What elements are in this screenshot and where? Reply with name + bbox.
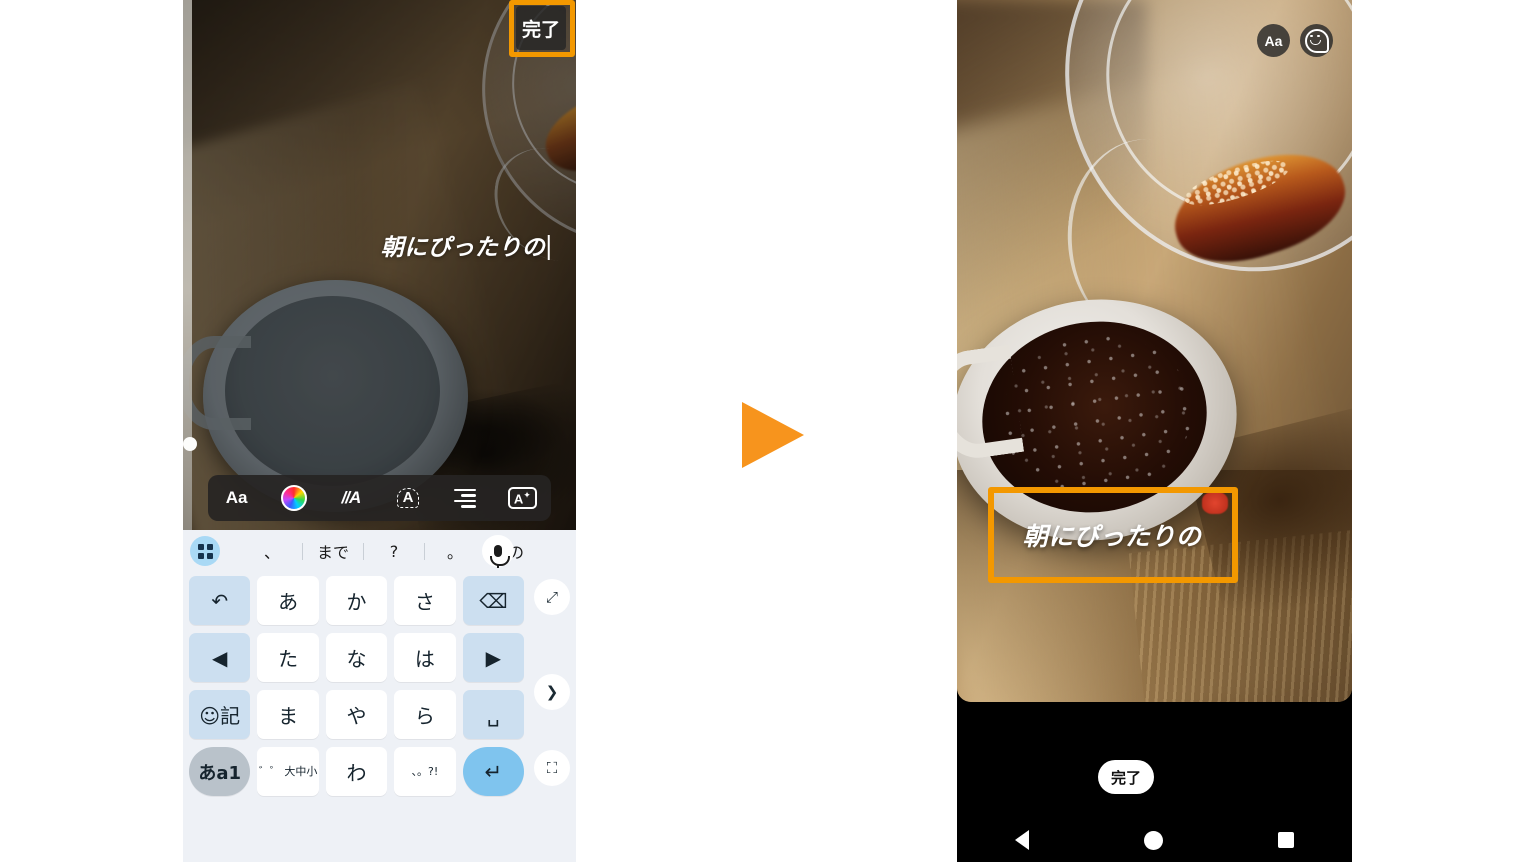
left-phone-screen: 朝にぴったりの Aa //A A A✦ 、 まで ? 。 の ↶ あ か さ ⌫…: [183, 0, 576, 862]
font-style-button[interactable]: Aa: [217, 480, 257, 516]
japanese-keyboard: 、 まで ? 。 の ↶ あ か さ ⌫ ⤢ ◀ た な は ▶ ☺記 ま や …: [183, 530, 576, 862]
key-ya-row[interactable]: や: [325, 690, 388, 739]
recents-square-icon[interactable]: [1278, 832, 1295, 848]
keyboard-row: ☺記 ま や ら ␣ ❯: [183, 674, 576, 743]
grid-icon[interactable]: [190, 536, 220, 566]
suggestion-item[interactable]: 。: [425, 539, 485, 563]
suggestion-item[interactable]: まで: [303, 539, 363, 563]
floating-keyboard-button[interactable]: ⛶: [534, 750, 570, 786]
key-na-row[interactable]: な: [325, 633, 388, 682]
done-button-bottom[interactable]: 完了: [1098, 760, 1154, 794]
suggestion-item[interactable]: ?: [364, 542, 424, 561]
highlight-box-done-button: [509, 0, 575, 57]
key-ka-row[interactable]: か: [325, 576, 388, 625]
photo-edge-dot: [183, 437, 197, 451]
key-ra-row[interactable]: ら: [394, 690, 456, 739]
emoji-symbol-key[interactable]: ☺記: [189, 690, 251, 739]
photo-canvas-editing[interactable]: [183, 0, 576, 530]
cursor-left-key[interactable]: ◀: [189, 633, 251, 682]
highlight-box-caption: [988, 487, 1238, 583]
text-color-button[interactable]: [274, 480, 314, 516]
play-triangle-right-icon: [742, 402, 804, 468]
sticker-tool-button[interactable]: [1300, 24, 1333, 57]
punctuation-key[interactable]: 、。?!: [394, 747, 456, 796]
sticker-smiley-icon: [1304, 28, 1329, 53]
input-mode-key[interactable]: あa1: [189, 747, 251, 796]
glow-a-icon: A: [396, 488, 420, 508]
dakuten-key[interactable]: ゛゜ 大中小: [257, 747, 319, 796]
enter-key[interactable]: ↵: [462, 747, 525, 796]
animated-a-label: A: [513, 491, 524, 507]
text-effect-button[interactable]: //A: [331, 480, 371, 516]
suggestion-list: 、 まで ? 。 の: [220, 539, 576, 563]
caption-text-editing[interactable]: 朝にぴったりの: [381, 228, 550, 262]
right-phone-screen: Aa 完了: [957, 0, 1352, 862]
suggestion-item[interactable]: 、: [242, 539, 302, 563]
text-cursor: [547, 235, 550, 260]
text-align-button[interactable]: [445, 480, 485, 516]
caption-text-value: 朝にぴったりの: [380, 235, 546, 261]
animated-a-icon: A✦: [507, 486, 537, 510]
home-circle-icon[interactable]: [1143, 830, 1163, 850]
font-style-label: Aa: [225, 488, 248, 507]
keyboard-rows: ↶ あ か さ ⌫ ⤢ ◀ た な は ▶ ☺記 ま や ら ␣ ❯ あa1 ゛…: [183, 572, 576, 800]
undo-key[interactable]: ↶: [189, 576, 251, 625]
text-tool-button[interactable]: Aa: [1257, 24, 1290, 57]
align-lines-icon: [454, 488, 477, 508]
back-triangle-icon[interactable]: [1014, 830, 1029, 850]
keyboard-row: ↶ あ か さ ⌫ ⤢: [183, 572, 576, 629]
space-key[interactable]: ␣: [462, 690, 525, 739]
photo-canvas-result[interactable]: [957, 0, 1352, 702]
key-a-row[interactable]: あ: [257, 576, 319, 625]
key-ma-row[interactable]: ま: [257, 690, 319, 739]
editing-dim-overlay: [183, 0, 576, 530]
android-nav-bar-right: [957, 818, 1352, 862]
next-page-button[interactable]: ❯: [534, 674, 570, 710]
keyboard-row: あa1 ゛゜ 大中小 わ 、。?! ↵ ⛶: [183, 743, 576, 800]
key-wa-row[interactable]: わ: [325, 747, 388, 796]
backspace-key[interactable]: ⌫: [462, 576, 525, 625]
suggestion-bar: 、 まで ? 。 の: [183, 530, 576, 572]
key-ta-row[interactable]: た: [257, 633, 319, 682]
keyboard-row: ◀ た な は ▶: [183, 629, 576, 686]
text-style-toolbar: Aa //A A A✦: [208, 475, 551, 521]
resize-keyboard-button[interactable]: ⤢: [534, 579, 570, 615]
text-animation-button[interactable]: A✦: [502, 480, 542, 516]
text-tool-label: Aa: [1264, 32, 1283, 49]
key-sa-row[interactable]: さ: [394, 576, 456, 625]
text-glow-button[interactable]: A: [388, 480, 428, 516]
text-effect-label: //A: [341, 488, 362, 507]
mic-icon[interactable]: [482, 535, 514, 568]
cursor-right-key[interactable]: ▶: [462, 633, 525, 682]
color-wheel-icon: [280, 485, 307, 511]
key-ha-row[interactable]: は: [394, 633, 456, 682]
